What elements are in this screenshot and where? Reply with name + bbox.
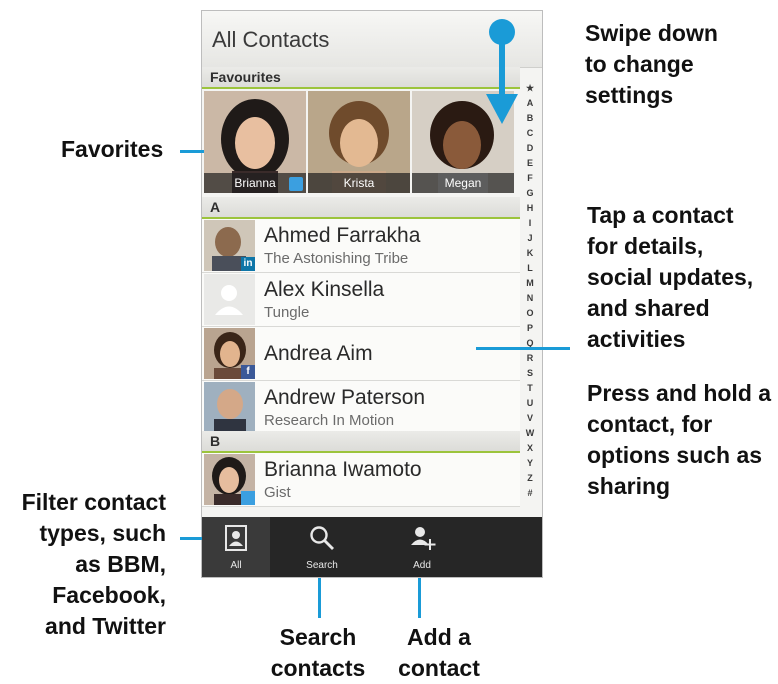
index-letter[interactable]: A bbox=[522, 96, 538, 111]
search-label: Search bbox=[306, 560, 338, 571]
section-label: Favourites bbox=[210, 69, 281, 85]
section-label: A bbox=[210, 199, 221, 215]
facebook-icon: f bbox=[241, 365, 255, 379]
index-letter[interactable]: ★ bbox=[522, 81, 538, 96]
add-label: Add bbox=[413, 560, 431, 571]
favourites-strip: Brianna Krista Megan bbox=[202, 91, 520, 195]
index-letter[interactable]: G bbox=[522, 186, 538, 201]
favorites-callout: Favorites bbox=[61, 136, 164, 162]
index-letter[interactable]: N bbox=[522, 291, 538, 306]
contact-name: Andrea Aim bbox=[264, 342, 373, 365]
all-contacts-button[interactable]: All bbox=[202, 517, 270, 577]
index-letter[interactable]: F bbox=[522, 171, 538, 186]
contact-row[interactable]: f Andrea Aim bbox=[202, 327, 520, 381]
tap-callout: Tap a contact for details, social update… bbox=[587, 202, 754, 352]
contact-company: Gist bbox=[264, 484, 291, 501]
add-leader-line bbox=[418, 578, 421, 618]
search-button[interactable]: Search bbox=[288, 517, 356, 577]
index-letter[interactable]: W bbox=[522, 426, 538, 441]
section-label: B bbox=[210, 433, 221, 449]
add-contact-icon bbox=[411, 527, 436, 550]
default-avatar-icon bbox=[204, 274, 255, 325]
add-contact-button[interactable]: Add bbox=[388, 517, 456, 577]
contact-name: Andrew Paterson bbox=[264, 386, 426, 409]
filter-callout: Filter contact types, such as BBM, Faceb… bbox=[21, 489, 166, 639]
index-letter[interactable]: B bbox=[522, 111, 538, 126]
arrow-down-icon bbox=[486, 94, 518, 124]
tap-leader-line bbox=[476, 347, 570, 350]
alphabet-index[interactable]: ★ A B C D E F G H I J K L M N O P Q R S T U V W X Y Z # bbox=[522, 81, 538, 501]
filter-leader-line bbox=[180, 537, 202, 540]
contact-row[interactable]: Andrew Paterson Research In Motion bbox=[202, 381, 520, 435]
page-title: All Contacts bbox=[212, 27, 330, 52]
contact-avatar: in bbox=[204, 220, 255, 271]
twitter-icon bbox=[289, 177, 303, 191]
press-callout: Press and hold a contact, for options su… bbox=[587, 380, 772, 499]
swipe-arrow-shaft bbox=[499, 40, 505, 96]
search-leader-line bbox=[318, 578, 321, 618]
index-letter[interactable]: S bbox=[522, 366, 538, 381]
index-letter[interactable]: Y bbox=[522, 456, 538, 471]
linkedin-icon: in bbox=[241, 257, 255, 271]
index-letter[interactable]: O bbox=[522, 306, 538, 321]
search-callout: Search contacts bbox=[270, 624, 366, 681]
index-letter[interactable]: V bbox=[522, 411, 538, 426]
twitter-icon bbox=[241, 491, 255, 505]
index-letter[interactable]: H bbox=[522, 201, 538, 216]
contact-name: Brianna Iwamoto bbox=[264, 458, 422, 481]
contacts-book-icon bbox=[225, 525, 247, 551]
contact-avatar: f bbox=[204, 328, 255, 379]
index-letter[interactable]: K bbox=[522, 246, 538, 261]
section-header-a: A bbox=[202, 197, 520, 219]
contact-name: Alex Kinsella bbox=[264, 278, 385, 301]
index-letter[interactable]: E bbox=[522, 156, 538, 171]
swipe-callout: Swipe down to change settings bbox=[585, 20, 718, 108]
contact-company: Tungle bbox=[264, 304, 310, 321]
favourite-tile[interactable]: Krista bbox=[308, 91, 410, 193]
section-header-favourites: Favourites bbox=[202, 67, 520, 89]
section-header-b: B bbox=[202, 431, 520, 453]
index-letter[interactable]: # bbox=[522, 486, 538, 501]
favorites-leader-line bbox=[180, 150, 204, 153]
contact-avatar bbox=[204, 382, 255, 433]
index-letter[interactable]: I bbox=[522, 216, 538, 231]
all-label: All bbox=[230, 560, 242, 571]
index-letter[interactable]: J bbox=[522, 231, 538, 246]
index-letter[interactable]: C bbox=[522, 126, 538, 141]
contact-name: Ahmed Farrakha bbox=[264, 224, 421, 247]
index-letter[interactable]: L bbox=[522, 261, 538, 276]
favourite-tile[interactable]: Brianna bbox=[204, 91, 306, 193]
contact-row[interactable]: Alex Kinsella Tungle bbox=[202, 273, 520, 327]
favourite-name: Krista bbox=[308, 173, 410, 193]
index-letter[interactable]: P bbox=[522, 321, 538, 336]
add-callout: Add a contact bbox=[398, 624, 480, 681]
search-icon bbox=[310, 526, 334, 550]
index-letter[interactable]: X bbox=[522, 441, 538, 456]
favourite-name: Megan bbox=[412, 173, 514, 193]
index-letter[interactable]: D bbox=[522, 141, 538, 156]
contact-company: Research In Motion bbox=[264, 412, 395, 429]
contact-company: The Astonishing Tribe bbox=[264, 250, 409, 267]
index-letter[interactable]: U bbox=[522, 396, 538, 411]
contact-avatar bbox=[204, 454, 255, 505]
index-letter[interactable]: T bbox=[522, 381, 538, 396]
index-letter[interactable]: Z bbox=[522, 471, 538, 486]
contact-row[interactable]: Brianna Iwamoto Gist bbox=[202, 453, 520, 507]
contact-avatar bbox=[204, 274, 255, 325]
index-letter[interactable]: R bbox=[522, 351, 538, 366]
index-letter[interactable]: M bbox=[522, 276, 538, 291]
bottom-toolbar: All Search Add bbox=[202, 517, 542, 577]
contact-row[interactable]: in Ahmed Farrakha The Astonishing Tribe bbox=[202, 219, 520, 273]
